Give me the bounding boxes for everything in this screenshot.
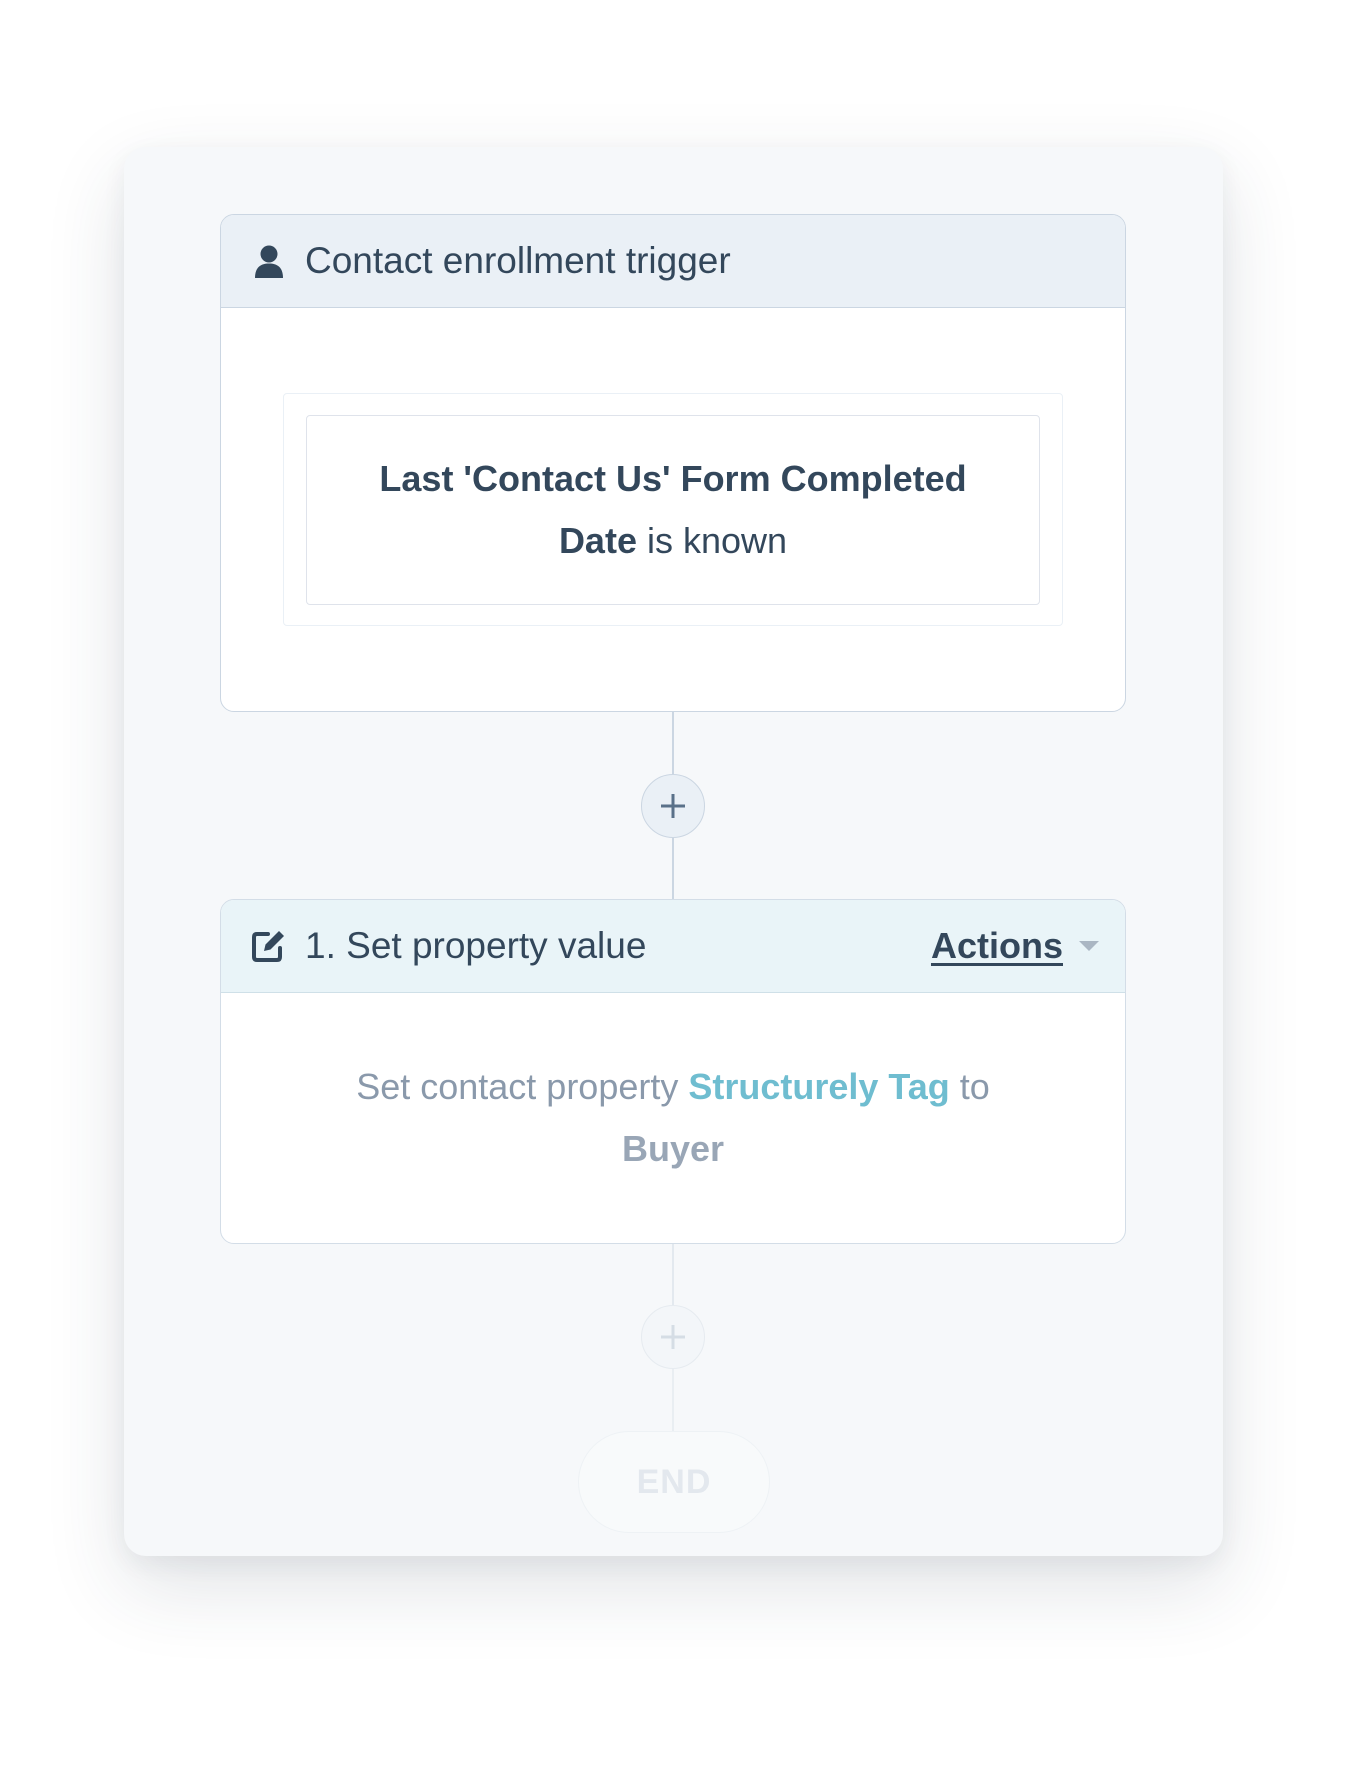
- trigger-title: Contact enrollment trigger: [305, 240, 731, 281]
- user-icon: [251, 243, 287, 279]
- filter-operator: is known: [646, 520, 788, 561]
- actions-menu-label: Actions: [930, 925, 1063, 966]
- workflow-canvas: Contact enrollment trigger Last 'Contact…: [124, 147, 1223, 1556]
- connector-line: [672, 1244, 674, 1305]
- connector-line: [672, 712, 674, 774]
- chevron-down-icon: [1079, 941, 1099, 951]
- trigger-card-header: Contact enrollment trigger: [221, 215, 1125, 308]
- property-link[interactable]: Structurely Tag: [688, 1066, 949, 1107]
- end-node: END: [578, 1431, 770, 1533]
- action-description: Set contact property Structurely Tag to …: [221, 993, 1125, 1243]
- filter-group: Last 'Contact Us' Form Completed Date is…: [283, 393, 1063, 626]
- description-connector: to: [959, 1066, 990, 1107]
- enrollment-trigger-card[interactable]: Contact enrollment trigger Last 'Contact…: [220, 214, 1126, 712]
- set-property-action-card[interactable]: 1. Set property value Actions Set contac…: [220, 899, 1126, 1244]
- filter-condition[interactable]: Last 'Contact Us' Form Completed Date is…: [306, 415, 1040, 605]
- connector-line: [672, 1369, 674, 1431]
- plus-icon: [661, 1325, 685, 1349]
- actions-menu-button[interactable]: Actions: [931, 925, 1099, 967]
- add-step-button[interactable]: [641, 774, 705, 838]
- action-title: 1. Set property value: [305, 925, 647, 966]
- end-label: END: [636, 1462, 712, 1501]
- property-value: Buyer: [621, 1128, 725, 1169]
- connector-line: [672, 838, 674, 899]
- edit-icon: [251, 928, 287, 964]
- add-step-button[interactable]: [641, 1305, 705, 1369]
- action-card-header: 1. Set property value Actions: [221, 900, 1125, 993]
- filter-text: Last 'Contact Us' Form Completed Date is…: [347, 448, 999, 572]
- description-prefix: Set contact property: [356, 1066, 679, 1107]
- plus-icon: [661, 794, 685, 818]
